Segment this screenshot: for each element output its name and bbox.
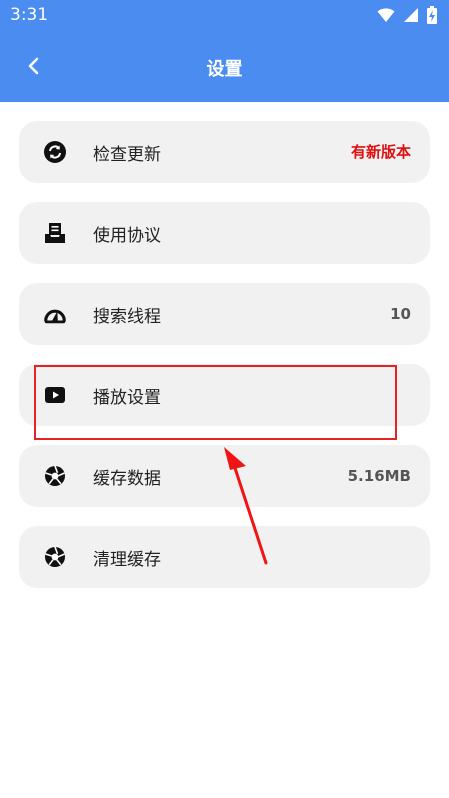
settings-item-label: 缓存数据	[93, 468, 161, 489]
thread-count-value: 10	[390, 305, 411, 323]
settings-item-search-threads[interactable]: 搜索线程 10	[19, 283, 430, 345]
settings-item-user-agreement[interactable]: 使用协议	[19, 202, 430, 264]
status-icons	[377, 6, 437, 24]
status-time: 3:31	[10, 5, 49, 25]
battery-charging-icon	[427, 6, 437, 24]
wifi-icon	[377, 8, 395, 22]
cache-size-value: 5.16MB	[347, 467, 411, 485]
page-title: 设置	[206, 59, 243, 80]
app-header: 3:31 设置	[0, 0, 449, 102]
settings-item-label: 播放设置	[93, 387, 161, 408]
settings-item-label: 清理缓存	[93, 549, 161, 570]
aperture-icon	[43, 545, 67, 569]
document-tray-icon	[43, 221, 67, 245]
sync-icon	[43, 140, 67, 164]
settings-item-cache-data[interactable]: 缓存数据 5.16MB	[19, 445, 430, 507]
aperture-icon	[43, 464, 67, 488]
settings-item-label: 检查更新	[93, 144, 161, 165]
update-status-text: 有新版本	[350, 143, 411, 161]
settings-item-label: 搜索线程	[93, 306, 161, 327]
play-icon	[43, 383, 67, 407]
signal-icon	[404, 8, 418, 22]
settings-item-playback[interactable]: 播放设置	[19, 364, 430, 426]
status-bar: 3:31	[0, 0, 449, 32]
speedometer-icon	[43, 302, 67, 326]
settings-item-clear-cache[interactable]: 清理缓存	[19, 526, 430, 588]
settings-item-check-update[interactable]: 检查更新 有新版本	[19, 121, 430, 183]
settings-list: 检查更新 有新版本 使用协议 搜索线程 10 播放设置 缓存数据 5.16MB …	[19, 121, 430, 607]
settings-item-label: 使用协议	[93, 225, 161, 246]
